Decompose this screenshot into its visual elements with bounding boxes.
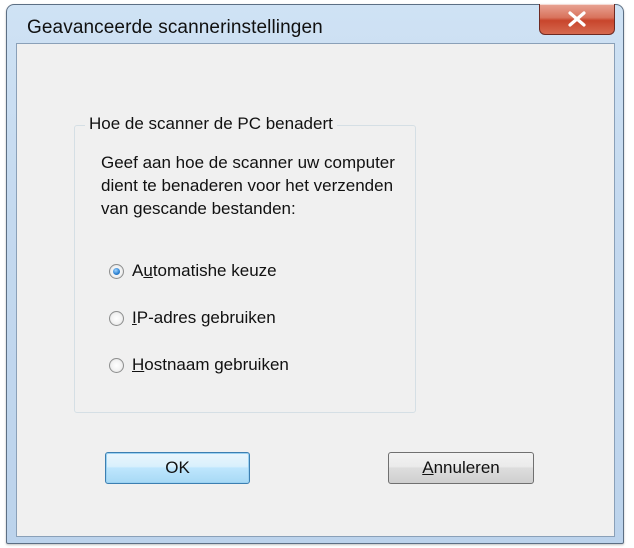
description-line: Geef aan hoe de scanner uw computer — [101, 153, 395, 172]
cancel-button[interactable]: Annuleren — [388, 452, 534, 484]
radio-label: Automatishe keuze — [132, 261, 277, 280]
dialog-title: Geavanceerde scannerinstellingen — [27, 17, 323, 38]
radio-hostname[interactable]: Hostnaam gebruiken — [109, 353, 289, 377]
radio-label: Hostnaam gebruiken — [132, 355, 289, 374]
close-button[interactable] — [539, 4, 615, 35]
dialog-window: Geavanceerde scannerinstellingen Hoe de … — [6, 4, 624, 544]
group-legend: Hoe de scanner de PC benadert — [85, 114, 337, 134]
scanner-access-group: Hoe de scanner de PC benadert Geef aan h… — [74, 114, 416, 413]
radio-automatic[interactable]: Automatishe keuze — [109, 259, 277, 283]
radio-button[interactable] — [109, 357, 124, 373]
radio-button-selected[interactable] — [109, 263, 124, 279]
title-bar[interactable]: Geavanceerde scannerinstellingen — [7, 4, 623, 43]
ok-button[interactable]: OK — [105, 452, 250, 484]
description-line: dient te benaderen voor het verzenden — [101, 176, 394, 195]
radio-ip-address[interactable]: IP-adres gebruiken — [109, 306, 276, 330]
description-line: van gescande bestanden: — [101, 199, 296, 218]
dialog-client-area: Hoe de scanner de PC benadert Geef aan h… — [16, 43, 615, 537]
radio-label: IP-adres gebruiken — [132, 308, 276, 327]
radio-button[interactable] — [109, 310, 124, 326]
close-icon — [568, 11, 586, 27]
group-description: Geef aan hoe de scanner uw computer dien… — [101, 151, 401, 220]
